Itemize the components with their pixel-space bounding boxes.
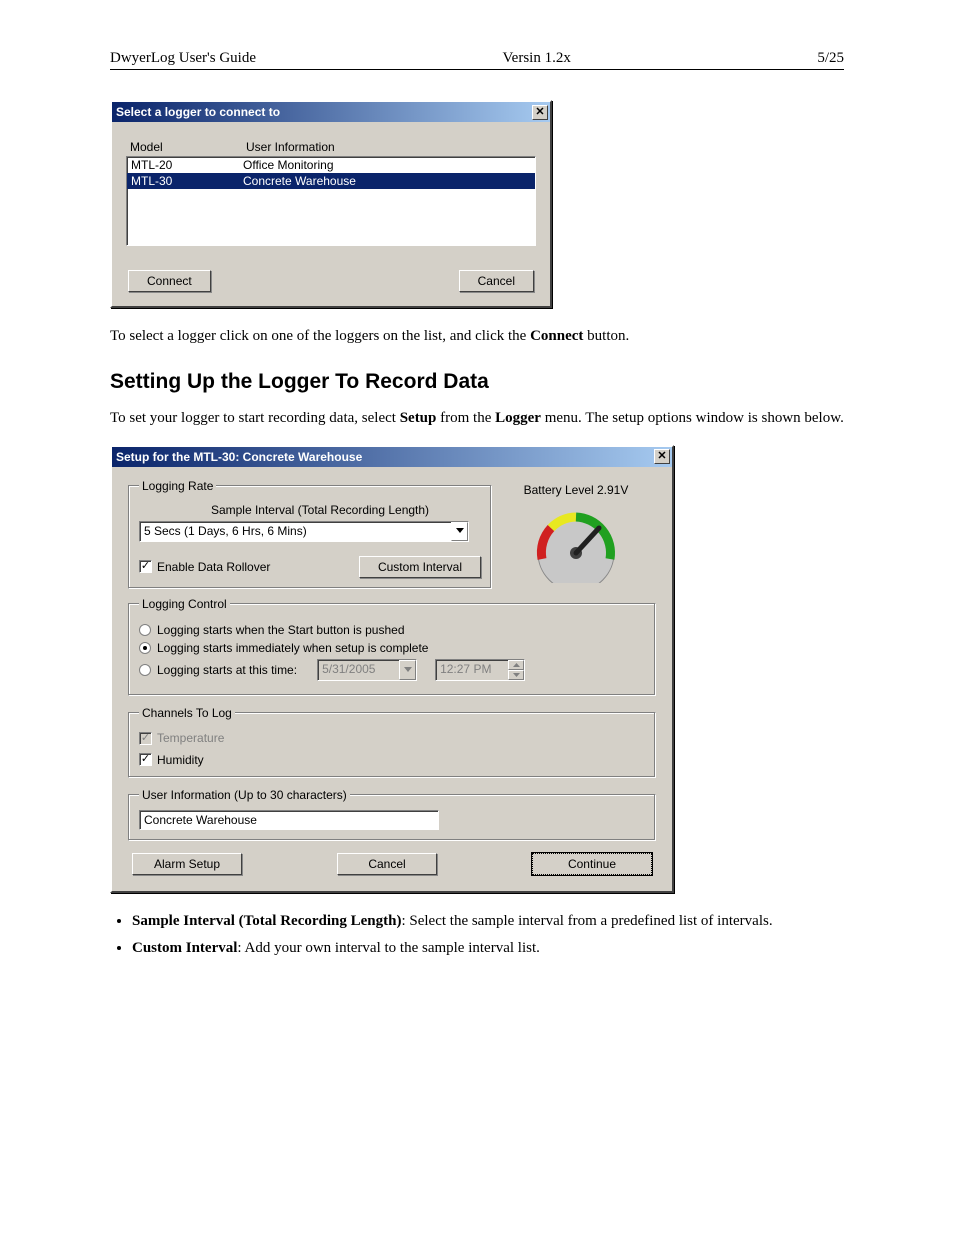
select-logger-dialog: Select a logger to connect to ✕ Model Us… xyxy=(110,100,552,308)
cancel-button[interactable]: Cancel xyxy=(459,270,534,292)
logging-rate-legend: Logging Rate xyxy=(139,479,216,493)
setup-dialog: Setup for the MTL-30: Concrete Warehouse… xyxy=(110,445,674,893)
radio-icon xyxy=(139,664,151,676)
setup-title: Setup for the MTL-30: Concrete Warehouse xyxy=(116,450,362,464)
section-heading: Setting Up the Logger To Record Data xyxy=(110,370,844,394)
channels-fieldset: Channels To Log ✓ Temperature ✓ Humidity xyxy=(128,706,656,778)
spin-up-icon[interactable] xyxy=(508,660,524,670)
para-setup-intro: To set your logger to start recording da… xyxy=(110,408,844,428)
checkbox-box: ✓ xyxy=(139,732,152,745)
radio-start-immediate[interactable]: Logging starts immediately when setup is… xyxy=(139,641,645,655)
list-user: Office Monitoring xyxy=(243,158,535,172)
cancel-button[interactable]: Cancel xyxy=(337,853,437,875)
close-icon[interactable]: ✕ xyxy=(532,105,548,120)
channels-legend: Channels To Log xyxy=(139,706,235,720)
logging-control-legend: Logging Control xyxy=(139,597,230,611)
list-item[interactable]: MTL-20 Office Monitoring xyxy=(127,157,535,173)
humidity-checkbox[interactable]: ✓ Humidity xyxy=(139,753,204,767)
user-info-legend: User Information (Up to 30 characters) xyxy=(139,788,350,802)
radio-start-button[interactable]: Logging starts when the Start button is … xyxy=(139,623,645,637)
continue-button[interactable]: Continue xyxy=(532,853,652,875)
checkbox-box: ✓ xyxy=(139,753,152,766)
select-logger-titlebar[interactable]: Select a logger to connect to ✕ xyxy=(112,102,550,122)
temperature-label: Temperature xyxy=(157,731,224,745)
logger-listbox[interactable]: MTL-20 Office Monitoring MTL-30 Concrete… xyxy=(126,156,536,246)
radio-label: Logging starts when the Start button is … xyxy=(157,623,405,637)
battery-label: Battery Level 2.91V xyxy=(496,483,656,497)
sample-interval-combo[interactable]: 5 Secs (1 Days, 6 Hrs, 6 Mins) xyxy=(139,521,469,542)
sample-interval-label: Sample Interval (Total Recording Length) xyxy=(159,503,481,517)
logging-rate-fieldset: Logging Rate Sample Interval (Total Reco… xyxy=(128,479,492,589)
alarm-setup-button[interactable]: Alarm Setup xyxy=(132,853,242,875)
battery-gauge-icon xyxy=(521,503,631,583)
header-left: DwyerLog User's Guide xyxy=(110,50,256,67)
humidity-label: Humidity xyxy=(157,753,204,767)
radio-label: Logging starts at this time: xyxy=(157,663,297,677)
header-right: 5/25 xyxy=(817,50,844,67)
checkbox-box: ✓ xyxy=(139,560,152,573)
user-info-input[interactable]: Concrete Warehouse xyxy=(139,810,439,830)
dropdown-arrow-icon[interactable] xyxy=(451,522,468,541)
dropdown-arrow-icon[interactable] xyxy=(399,660,416,680)
list-user: Concrete Warehouse xyxy=(243,174,535,188)
start-time-value: 12:27 PM xyxy=(436,660,508,680)
setup-titlebar[interactable]: Setup for the MTL-30: Concrete Warehouse… xyxy=(112,447,672,467)
select-logger-title: Select a logger to connect to xyxy=(116,105,280,119)
col-model: Model xyxy=(126,140,246,154)
header-center: Versin 1.2x xyxy=(503,50,571,67)
user-info-fieldset: User Information (Up to 30 characters) C… xyxy=(128,788,656,841)
connect-button[interactable]: Connect xyxy=(128,270,211,292)
start-time-picker[interactable]: 12:27 PM xyxy=(435,659,525,681)
sample-interval-value: 5 Secs (1 Days, 6 Hrs, 6 Mins) xyxy=(140,522,451,541)
list-item[interactable]: MTL-30 Concrete Warehouse xyxy=(127,173,535,189)
logging-control-fieldset: Logging Control Logging starts when the … xyxy=(128,597,656,696)
radio-icon xyxy=(139,642,151,654)
feature-bullets: Sample Interval (Total Recording Length)… xyxy=(132,911,844,959)
radio-label: Logging starts immediately when setup is… xyxy=(157,641,428,655)
temperature-checkbox: ✓ Temperature xyxy=(139,731,224,745)
list-model: MTL-20 xyxy=(127,158,243,172)
spin-down-icon[interactable] xyxy=(508,670,524,680)
page-header: DwyerLog User's Guide Versin 1.2x 5/25 xyxy=(110,50,844,70)
start-date-picker[interactable]: 5/31/2005 xyxy=(317,659,417,681)
bullet-sample-interval: Sample Interval (Total Recording Length)… xyxy=(132,911,844,932)
start-date-value: 5/31/2005 xyxy=(318,660,399,680)
battery-panel: Battery Level 2.91V xyxy=(496,483,656,583)
col-userinfo: User Information xyxy=(246,140,536,154)
close-icon[interactable]: ✕ xyxy=(654,449,670,464)
list-model: MTL-30 xyxy=(127,174,243,188)
enable-rollover-label: Enable Data Rollover xyxy=(157,560,270,574)
logger-list-header: Model User Information xyxy=(126,140,536,154)
radio-start-at-time[interactable]: Logging starts at this time: 5/31/2005 1… xyxy=(139,659,645,681)
para-connect-hint: To select a logger click on one of the l… xyxy=(110,326,844,346)
bullet-custom-interval: Custom Interval: Add your own interval t… xyxy=(132,938,844,959)
radio-icon xyxy=(139,624,151,636)
enable-rollover-checkbox[interactable]: ✓ Enable Data Rollover xyxy=(139,560,270,574)
custom-interval-button[interactable]: Custom Interval xyxy=(359,556,481,578)
